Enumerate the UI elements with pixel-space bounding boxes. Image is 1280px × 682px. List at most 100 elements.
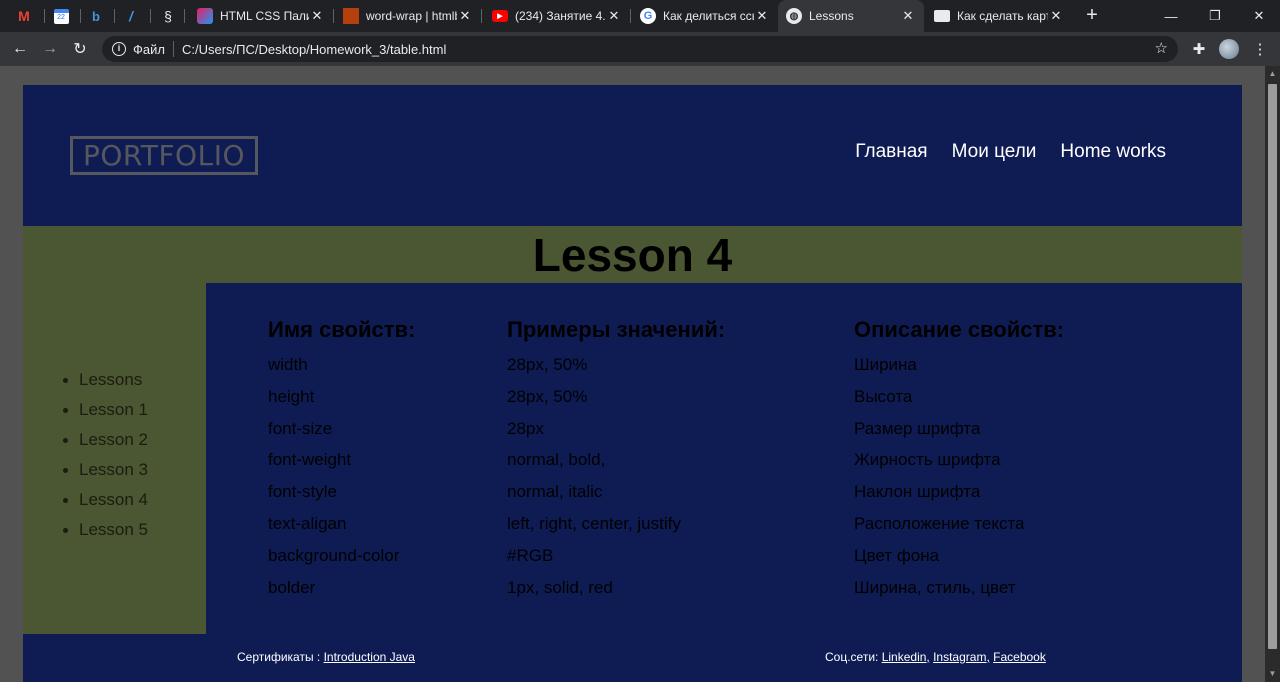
tab-title: HTML CSS Палитра	[220, 9, 309, 23]
tab-word-wrap[interactable]: word-wrap | htmlbook ✕	[335, 0, 481, 32]
properties-table: Имя свойств: width height font-size font…	[206, 283, 1242, 634]
address-scheme-label: Файл	[133, 41, 165, 57]
vertical-scrollbar[interactable]: ▲ ▼	[1265, 66, 1280, 682]
pinned-tab[interactable]: /	[117, 4, 145, 28]
table-cell: bolder	[268, 577, 316, 597]
table-cell: Ширина, стиль, цвет	[854, 577, 1016, 597]
sidebar-item-lessons[interactable]: Lessons	[61, 365, 148, 395]
tab-strip: M 22 b / § HTML CSS Палитра ✕ word-wrap …	[0, 0, 1280, 32]
puzzle-icon: ✚	[1192, 41, 1206, 58]
table-cell: Жирность шрифта	[854, 450, 1001, 470]
social-links: Соц.сети: Linkedin, Instagram, Facebook	[825, 650, 1046, 664]
sidebar: Lessons Lesson 1 Lesson 2 Lesson 3 Lesso…	[23, 283, 206, 634]
info-icon[interactable]: i	[112, 42, 126, 56]
lessons-list: Lessons Lesson 1 Lesson 2 Lesson 3 Lesso…	[61, 365, 148, 545]
scroll-down-icon[interactable]: ▼	[1268, 669, 1277, 679]
calendar-tab[interactable]: 22	[47, 4, 75, 28]
tab-html-palette[interactable]: HTML CSS Палитра ✕	[189, 0, 333, 32]
globe-icon: ◍	[786, 8, 802, 24]
certificate-link[interactable]: Introduction Java	[324, 650, 415, 664]
tab-close-icon[interactable]: ✕	[606, 8, 622, 24]
main-nav: Главная Мои цели Home works	[855, 141, 1166, 163]
tab-google[interactable]: G Как делиться ссылками ✕	[632, 0, 778, 32]
tab-title: (234) Занятие 4. Г	[515, 9, 606, 23]
nav-link-goals[interactable]: Мои цели	[952, 141, 1037, 163]
sidebar-item-lesson-4[interactable]: Lesson 4	[61, 485, 148, 515]
address-url[interactable]: C:/Users/ПС/Desktop/Homework_3/table.htm…	[182, 42, 446, 57]
page-container: PORTFOLIO Главная Мои цели Home works Le…	[23, 85, 1242, 682]
column-header: Описание свойств:	[854, 317, 1065, 342]
palette-icon	[197, 8, 213, 24]
youtube-icon: ▶	[492, 10, 508, 22]
portfolio-logo[interactable]: PORTFOLIO	[70, 136, 258, 175]
site-footer: Сертификаты : Introduction Java Соц.сети…	[23, 634, 1242, 682]
forward-button[interactable]: →	[38, 37, 62, 61]
profile-button[interactable]	[1217, 37, 1241, 61]
pinned-tab[interactable]: b	[82, 4, 110, 28]
table-cell: Цвет фона	[854, 545, 940, 565]
facebook-link[interactable]: Facebook	[993, 650, 1046, 664]
column-header: Примеры значений:	[507, 317, 726, 342]
pinned-tab[interactable]: §	[154, 4, 182, 28]
gmail-tab[interactable]: M	[10, 4, 38, 28]
certificates: Сертификаты : Introduction Java	[237, 650, 415, 664]
restore-button[interactable]: ❐	[1192, 0, 1238, 32]
minimize-button[interactable]: —	[1148, 0, 1194, 32]
table-cell: Высота	[854, 386, 913, 406]
tab-youtube[interactable]: ▶ (234) Занятие 4. Г ✕	[484, 0, 630, 32]
table-cell: left, right, center, justify	[507, 513, 681, 533]
bookmark-star-icon[interactable]: ☆	[1155, 39, 1168, 57]
column-names: Имя свойств: width height font-size font…	[268, 315, 415, 603]
gmail-icon: M	[18, 8, 30, 24]
tab-separator	[333, 9, 334, 23]
scroll-up-icon[interactable]: ▲	[1268, 69, 1277, 79]
address-divider	[172, 41, 174, 57]
close-window-button[interactable]: ✕	[1236, 0, 1280, 32]
sidebar-item-lesson-3[interactable]: Lesson 3	[61, 455, 148, 485]
table-cell: width	[268, 355, 308, 374]
address-bar[interactable]: i Файл C:/Users/ПС/Desktop/Homework_3/ta…	[102, 36, 1178, 62]
new-tab-button[interactable]: +	[1082, 4, 1102, 28]
extensions-button[interactable]: ✚	[1187, 37, 1211, 61]
nav-link-home[interactable]: Главная	[855, 141, 927, 163]
tab-separator	[114, 9, 115, 23]
reload-icon: ↻	[73, 41, 87, 58]
menu-button[interactable]: ⋮	[1248, 37, 1272, 61]
table-cell: 1px, solid, red	[507, 577, 613, 597]
slash-icon: /	[129, 8, 133, 24]
tab-separator	[80, 9, 81, 23]
back-button[interactable]: ←	[8, 37, 32, 61]
table-cell: Наклон шрифта	[854, 482, 981, 502]
reload-button[interactable]: ↻	[68, 37, 92, 61]
tab-title: Lessons	[809, 9, 854, 23]
sidebar-item-lesson-5[interactable]: Lesson 5	[61, 515, 148, 545]
scrollbar-thumb[interactable]	[1268, 84, 1277, 649]
tab-title: Как сделать карту	[957, 9, 1048, 23]
sidebar-item-lesson-2[interactable]: Lesson 2	[61, 425, 148, 455]
back-arrow-icon: ←	[12, 40, 28, 57]
calendar-icon: 22	[53, 8, 69, 24]
tab-lessons[interactable]: ◍ Lessons ✕	[778, 0, 924, 32]
tab-close-icon[interactable]: ✕	[309, 8, 325, 24]
instagram-link[interactable]: Instagram,	[933, 650, 990, 664]
table-cell: 28px, 50%	[507, 386, 588, 406]
kebab-menu-icon: ⋮	[1252, 41, 1268, 58]
table-cell: Ширина	[854, 355, 917, 374]
column-values: Примеры значений: 28px, 50% 28px, 50% 28…	[507, 315, 725, 603]
table-cell: font-weight	[268, 450, 352, 470]
s-icon: §	[164, 8, 172, 24]
tab-close-icon[interactable]: ✕	[754, 8, 770, 24]
linkedin-link[interactable]: Linkedin,	[882, 650, 930, 664]
tab-map[interactable]: Как сделать карту ✕	[926, 0, 1072, 32]
table-cell: #RGB	[507, 545, 554, 565]
table-cell: normal, bold,	[507, 450, 606, 470]
nav-link-homeworks[interactable]: Home works	[1060, 141, 1166, 163]
tab-close-icon[interactable]: ✕	[457, 8, 473, 24]
tab-separator	[150, 9, 151, 23]
google-icon: G	[640, 8, 656, 24]
sidebar-item-lesson-1[interactable]: Lesson 1	[61, 395, 148, 425]
tab-close-icon[interactable]: ✕	[900, 8, 916, 24]
site-header: PORTFOLIO Главная Мои цели Home works	[23, 85, 1242, 226]
table-cell: normal, italic	[507, 482, 603, 502]
tab-close-icon[interactable]: ✕	[1048, 8, 1064, 24]
